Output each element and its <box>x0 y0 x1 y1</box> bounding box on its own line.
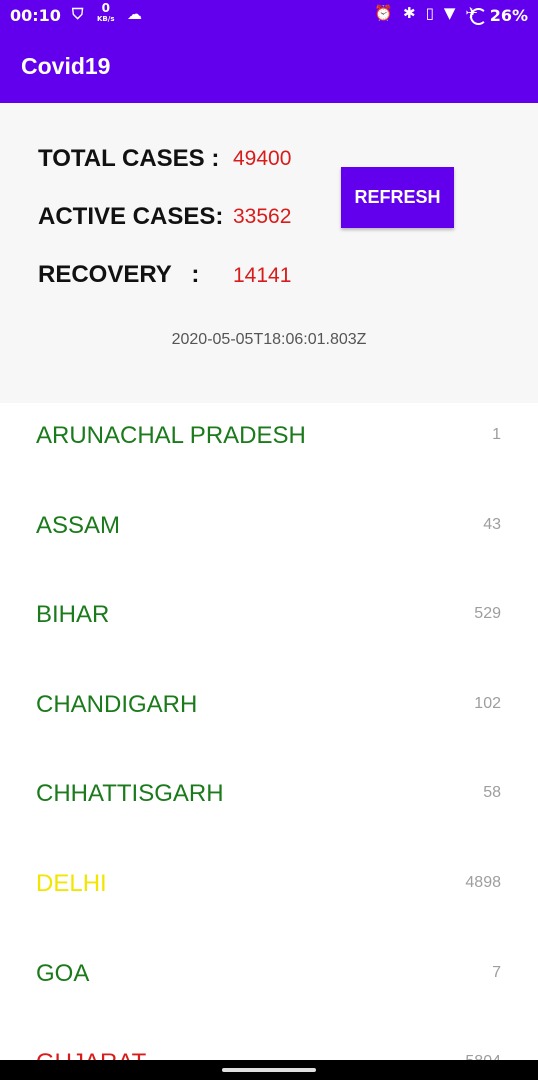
last-updated-timestamp: 2020-05-05T18:06:01.803Z <box>171 331 367 348</box>
state-list[interactable]: ARUNACHAL PRADESH 1 ASSAM 43 BIHAR 529 CHANDIG… <box>0 403 538 1060</box>
battery-indicator: 26% <box>469 6 528 25</box>
state-case-count: 1 <box>492 426 501 443</box>
state-case-count: 4898 <box>465 874 501 891</box>
list-item[interactable]: GUJARAT 5804 <box>0 1030 538 1060</box>
cloud-icon: ☁ <box>127 5 142 23</box>
alarm-icon: ⏰ <box>374 4 394 22</box>
list-item[interactable]: ARUNACHAL PRADESH 1 <box>0 403 538 492</box>
state-name: DELHI <box>36 870 107 897</box>
state-name: CHHATTISGARH <box>36 780 224 808</box>
list-item[interactable]: ASSAM 43 <box>0 493 538 582</box>
state-name: BIHAR <box>36 601 110 629</box>
summary-panel: TOTAL CASES : 49400 ACTIVE CASES: 33562 … <box>0 103 538 403</box>
recovery-label: RECOVERY : <box>38 261 200 288</box>
app-title: Covid19 <box>21 53 111 79</box>
wifi-icon: ▼ <box>443 4 456 22</box>
active-cases-value: 33562 <box>233 205 292 228</box>
state-case-count: 58 <box>483 784 501 802</box>
list-item[interactable]: CHHATTISGARH 58 <box>0 761 538 850</box>
notification-shield-icon: ⛉ <box>72 5 84 23</box>
state-case-count: 43 <box>483 515 501 533</box>
battery-icon <box>469 8 487 25</box>
state-case-count: 102 <box>474 694 501 712</box>
list-item[interactable]: DELHI 4898 <box>0 851 538 940</box>
state-name: GUJARAT <box>36 1049 146 1060</box>
total-cases-label: TOTAL CASES : <box>38 145 220 172</box>
bluetooth-icon: ✱ <box>403 4 416 22</box>
state-case-count: 7 <box>492 963 501 981</box>
clock: 00:10 <box>10 6 61 25</box>
list-item[interactable]: CHANDIGARH 102 <box>0 672 538 761</box>
total-cases-value: 49400 <box>233 147 292 170</box>
status-bar: 00:10 ⛉ 0 KB/s ☁ ⏰ ✱ ▯ ▼ ✈ 26% <box>0 0 538 31</box>
app-bar: Covid19 <box>0 31 538 103</box>
refresh-button[interactable]: REFRESH <box>341 167 454 228</box>
navigation-bar <box>0 1060 538 1080</box>
state-name: ARUNACHAL PRADESH <box>36 422 306 449</box>
active-cases-label: ACTIVE CASES: <box>38 203 224 230</box>
home-gesture-handle[interactable] <box>222 1068 316 1072</box>
list-item[interactable]: BIHAR 529 <box>0 582 538 671</box>
vibrate-icon: ▯ <box>425 4 434 22</box>
state-name: CHANDIGARH <box>36 690 198 718</box>
state-name: ASSAM <box>36 511 121 539</box>
state-case-count: 5804 <box>465 1053 501 1060</box>
recovery-value: 14141 <box>233 264 292 287</box>
state-name: GOA <box>36 959 90 987</box>
network-speed: 0 KB/s <box>97 1 115 23</box>
state-case-count: 529 <box>474 605 501 623</box>
list-item[interactable]: GOA 7 <box>0 941 538 1030</box>
